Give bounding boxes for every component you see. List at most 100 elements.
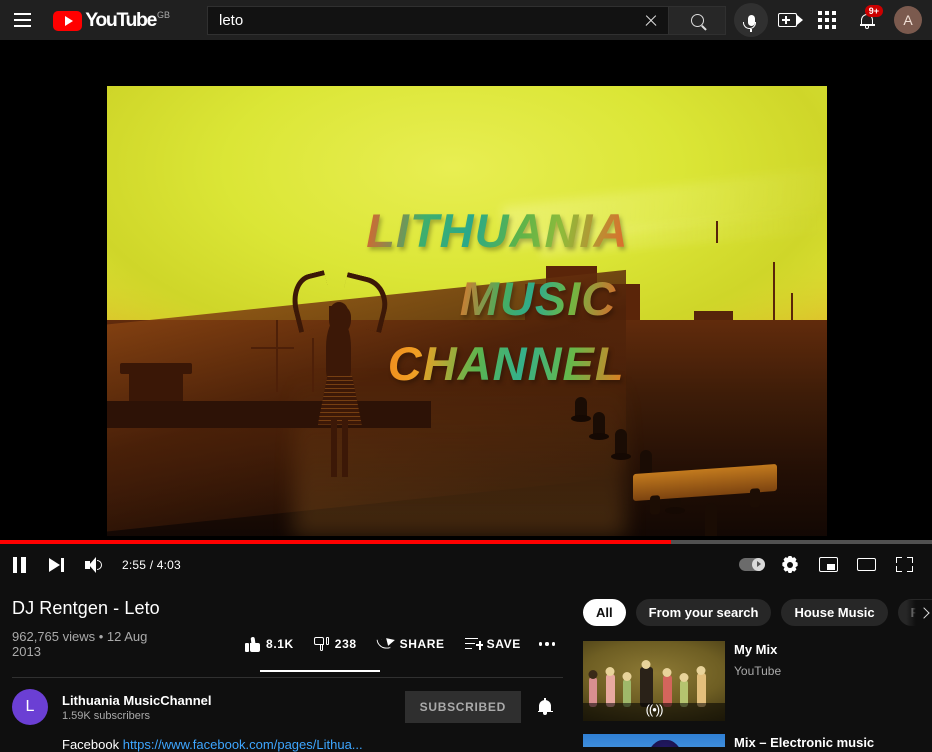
chip-all[interactable]: All xyxy=(583,599,626,626)
youtube-logo[interactable]: YouTube GB xyxy=(53,0,170,40)
recommendation-channel: YouTube xyxy=(734,664,782,679)
mix-radio-icon: ((•)) xyxy=(645,702,664,717)
gear-icon xyxy=(782,556,799,573)
bollard xyxy=(704,503,717,536)
primary-column: DJ Rentgen - Leto 962,765 views • 12 Aug… xyxy=(0,585,575,752)
like-count: 8.1K xyxy=(266,637,294,651)
overlay-title-line1: LITHUANIA xyxy=(366,204,629,257)
player-right-controls xyxy=(733,546,932,584)
next-icon xyxy=(49,557,65,573)
below-player: DJ Rentgen - Leto 962,765 views • 12 Aug… xyxy=(0,585,932,752)
video-frame[interactable]: LITHUANIA MUSIC CHANNEL xyxy=(107,86,827,536)
masthead: YouTube GB leto 9+ A xyxy=(0,0,932,40)
theater-icon xyxy=(856,558,876,571)
miniplayer-button[interactable] xyxy=(809,546,847,584)
theater-mode-button[interactable] xyxy=(847,546,885,584)
girl-silhouette xyxy=(280,266,402,478)
chimney-cap xyxy=(119,362,192,375)
save-label: SAVE xyxy=(486,637,521,651)
recommendation-text: Mix – Electronic music xyxy=(734,734,874,747)
youtube-play-icon xyxy=(53,11,83,31)
more-actions-button[interactable] xyxy=(531,642,563,646)
video-description: Facebook https://www.facebook.com/pages/… xyxy=(62,737,563,752)
like-button[interactable]: 8.1K xyxy=(235,633,304,655)
spire-antenna xyxy=(716,221,719,243)
miniplayer-icon xyxy=(818,557,838,572)
bollard xyxy=(589,412,609,440)
overlay-title-line2: MUSIC xyxy=(459,271,617,325)
subscribe-button[interactable]: SUBSCRIBED xyxy=(404,691,521,723)
masthead-actions: 9+ A xyxy=(768,1,932,39)
channel-info: Lithuania MusicChannel 1.59K subscribers xyxy=(62,693,212,722)
volume-button[interactable] xyxy=(76,546,114,584)
bollard xyxy=(571,397,591,422)
fullscreen-button[interactable] xyxy=(885,546,923,584)
chevron-right-icon xyxy=(918,607,930,619)
section-divider xyxy=(12,677,563,678)
create-icon xyxy=(777,13,803,27)
autoplay-toggle-icon xyxy=(739,558,765,571)
apps-grid-icon xyxy=(818,11,836,29)
chip-from-your-search[interactable]: From your search xyxy=(635,599,772,626)
notification-badge: 9+ xyxy=(864,5,883,17)
list-item[interactable]: ((•)) My Mix YouTube xyxy=(583,641,932,721)
fullscreen-icon xyxy=(895,557,913,572)
view-count-and-date: 962,765 views • 12 Aug 2013 xyxy=(12,629,148,659)
description-prefix: Facebook xyxy=(62,737,120,752)
thumb-up-icon xyxy=(245,636,261,652)
recommendation-title[interactable]: My Mix xyxy=(734,642,781,658)
save-button[interactable]: SAVE xyxy=(455,633,531,655)
recommendation-text: My Mix YouTube xyxy=(734,641,781,721)
youtube-wordmark: YouTube xyxy=(85,9,157,31)
chips-next-button[interactable] xyxy=(906,600,932,626)
secondary-column: All From your search House Music Rec ((•… xyxy=(575,585,932,747)
search-button[interactable] xyxy=(668,5,726,35)
time-display: 2:55 / 4:03 xyxy=(122,557,181,572)
channel-name[interactable]: Lithuania MusicChannel xyxy=(62,693,212,708)
notifications-button[interactable]: 9+ xyxy=(848,1,886,39)
search-input[interactable] xyxy=(219,11,640,29)
recommendation-thumbnail[interactable]: ((•)) xyxy=(583,641,725,721)
list-item[interactable]: Mix – Electronic music xyxy=(583,734,932,747)
guide-menu-icon[interactable] xyxy=(4,0,41,40)
notification-settings-button[interactable] xyxy=(527,689,563,725)
overlay-title-line3: CHANNEL xyxy=(387,336,625,390)
dislike-count: 238 xyxy=(334,637,357,651)
save-playlist-icon xyxy=(464,637,484,651)
next-video-button[interactable] xyxy=(38,546,76,584)
volume-icon xyxy=(85,556,105,573)
autoplay-toggle[interactable] xyxy=(733,546,771,584)
channel-row: L Lithuania MusicChannel 1.59K subscribe… xyxy=(12,689,563,725)
avatar[interactable]: A xyxy=(894,6,922,34)
recommendation-title[interactable]: Mix – Electronic music xyxy=(734,735,874,747)
share-button[interactable]: SHARE xyxy=(367,633,455,655)
country-code: GB xyxy=(156,10,170,20)
page-title: DJ Rentgen - Leto xyxy=(12,598,160,618)
microphone-icon xyxy=(743,14,756,32)
youtube-apps-button[interactable] xyxy=(808,1,846,39)
search-area xyxy=(207,3,768,37)
dislike-button[interactable]: 238 xyxy=(304,633,367,655)
video-meta-row: 962,765 views • 12 Aug 2013 8.1K 238 SHA… xyxy=(12,629,563,672)
search-box[interactable] xyxy=(207,5,668,35)
search-icon xyxy=(690,13,704,27)
channel-avatar[interactable]: L xyxy=(12,689,48,725)
voice-search-button[interactable] xyxy=(734,3,768,37)
filter-chips: All From your search House Music Rec xyxy=(583,597,932,628)
player-controls: 2:55 / 4:03 xyxy=(0,540,932,585)
chip-house-music[interactable]: House Music xyxy=(781,599,888,626)
share-label: SHARE xyxy=(399,637,445,651)
create-video-button[interactable] xyxy=(768,1,806,39)
clear-search-icon[interactable] xyxy=(640,9,662,31)
bell-filled-icon xyxy=(537,698,553,715)
video-actions: 8.1K 238 SHARE SAVE xyxy=(235,633,563,655)
description-link[interactable]: https://www.facebook.com/pages/Lithua... xyxy=(123,737,363,752)
flagpole-left xyxy=(276,320,279,392)
settings-button[interactable] xyxy=(771,546,809,584)
pause-button[interactable] xyxy=(0,546,38,584)
actions-underline xyxy=(260,670,380,672)
recommendation-thumbnail[interactable] xyxy=(583,734,725,747)
pause-icon xyxy=(12,556,26,573)
video-player[interactable]: LITHUANIA MUSIC CHANNEL 2:55 / 4:03 xyxy=(0,40,932,585)
share-icon xyxy=(376,636,396,651)
